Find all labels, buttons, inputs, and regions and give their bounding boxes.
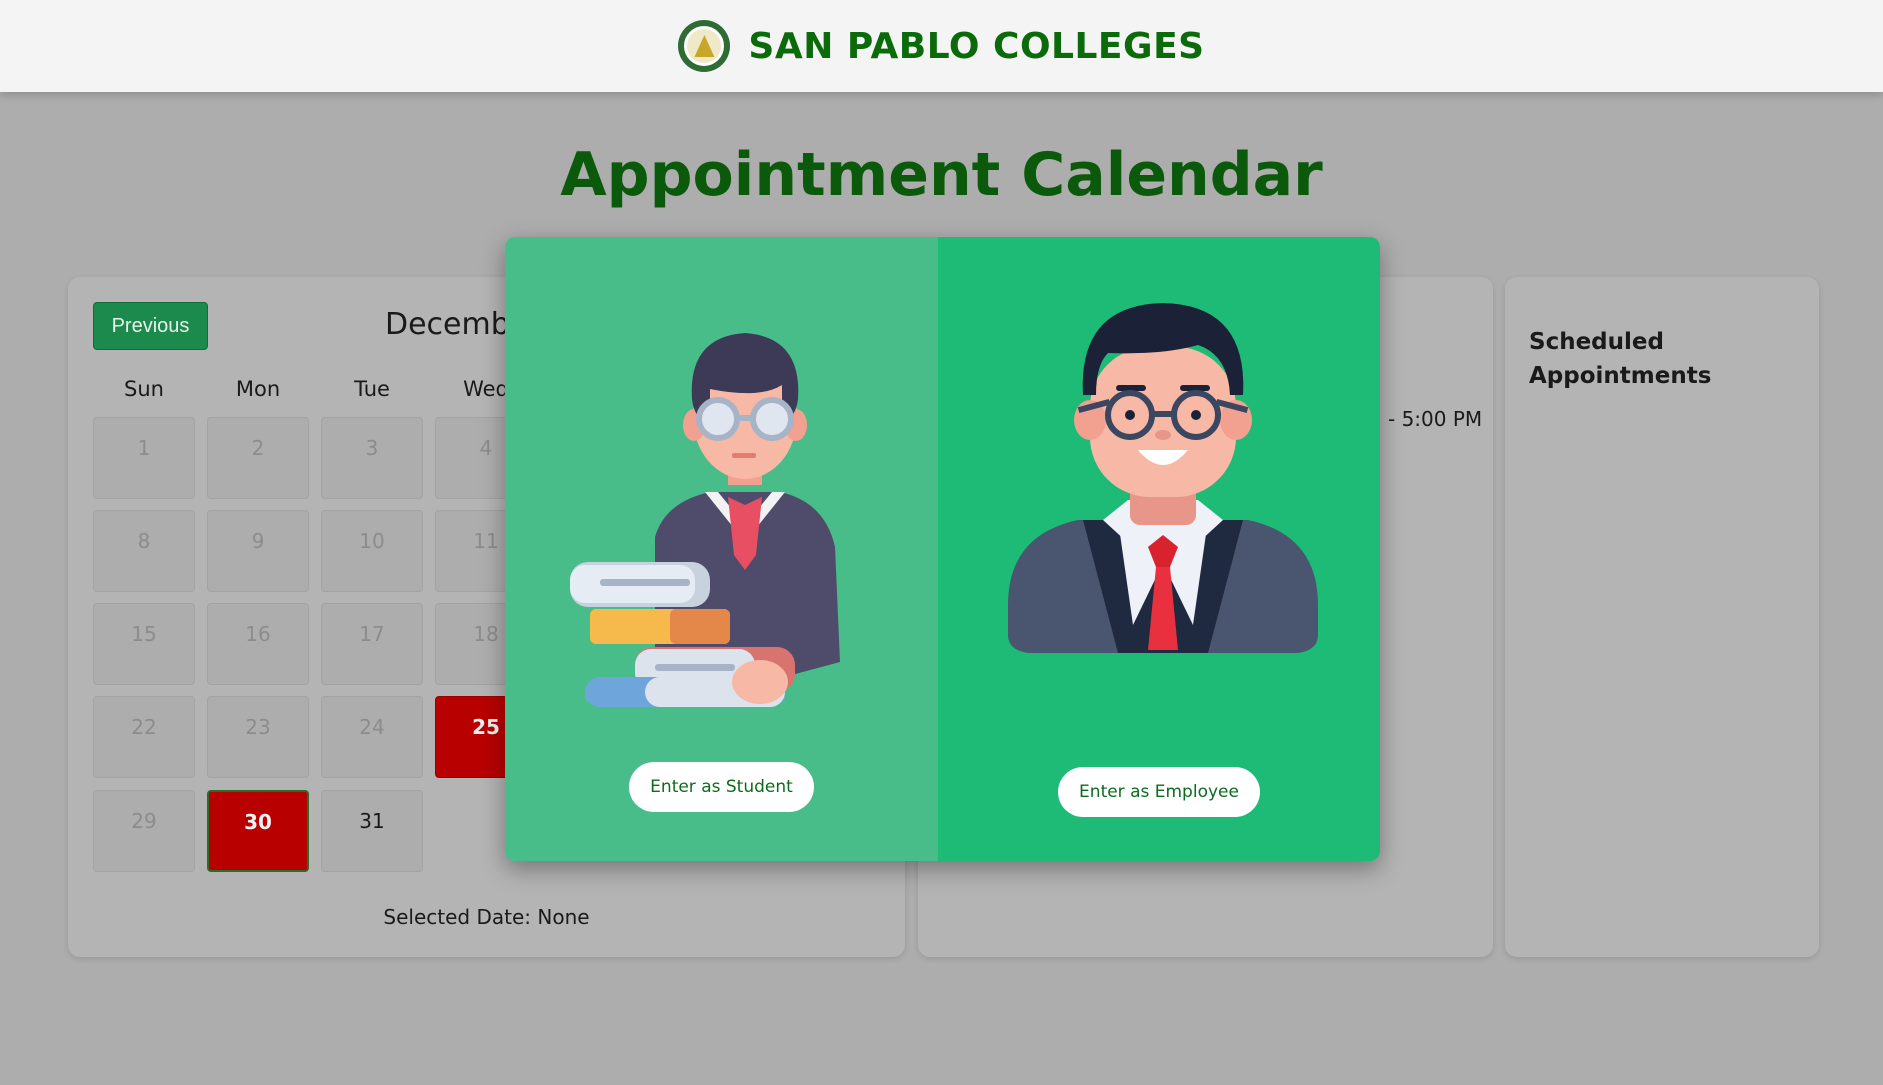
calendar-day[interactable]: 3 bbox=[321, 417, 423, 499]
college-seal-logo bbox=[678, 20, 731, 72]
selected-date-label: Selected Date: None bbox=[383, 905, 590, 929]
employee-panel[interactable]: Enter as Employee bbox=[938, 237, 1380, 861]
calendar-day[interactable]: 24 bbox=[321, 696, 423, 778]
calendar-day[interactable]: 9 bbox=[207, 510, 309, 592]
calendar-day[interactable]: 10 bbox=[321, 510, 423, 592]
scheduled-appointments-title: Scheduled Appointments bbox=[1529, 329, 1712, 389]
role-selection-modal: Enter as Student Enter as Employee bbox=[505, 237, 1380, 861]
weekday-mon: Mon bbox=[235, 377, 281, 401]
student-panel[interactable]: Enter as Student bbox=[505, 237, 938, 861]
calendar-day[interactable]: 23 bbox=[207, 696, 309, 778]
calendar-day[interactable]: 16 bbox=[207, 603, 309, 685]
previous-month-button[interactable]: Previous bbox=[93, 302, 208, 350]
calendar-day[interactable]: 8 bbox=[93, 510, 195, 592]
calendar-day[interactable]: 29 bbox=[93, 790, 195, 872]
calendar-day[interactable]: 22 bbox=[93, 696, 195, 778]
calendar-day-today[interactable]: 30 bbox=[207, 790, 309, 872]
page-title: Appointment Calendar bbox=[560, 140, 1323, 210]
brand-title: SAN PABLO COLLEGES bbox=[748, 25, 1205, 67]
employee-illustration-icon bbox=[1008, 303, 1318, 653]
time-slot-text: - 5:00 PM bbox=[1388, 407, 1483, 431]
top-header: SAN PABLO COLLEGES bbox=[0, 0, 1883, 92]
calendar-day[interactable]: 15 bbox=[93, 603, 195, 685]
calendar-day[interactable]: 31 bbox=[321, 790, 423, 872]
month-title: Decemb bbox=[385, 307, 510, 342]
weekday-sun: Sun bbox=[124, 377, 164, 401]
calendar-day[interactable]: 2 bbox=[207, 417, 309, 499]
enter-as-student-button[interactable]: Enter as Student bbox=[629, 762, 814, 812]
scheduled-appointments-card: Scheduled Appointments bbox=[1505, 277, 1819, 957]
calendar-day[interactable]: 1 bbox=[93, 417, 195, 499]
student-illustration-icon bbox=[570, 333, 840, 707]
weekday-tue: Tue bbox=[354, 377, 390, 401]
enter-as-employee-button[interactable]: Enter as Employee bbox=[1058, 767, 1260, 817]
calendar-day[interactable]: 17 bbox=[321, 603, 423, 685]
